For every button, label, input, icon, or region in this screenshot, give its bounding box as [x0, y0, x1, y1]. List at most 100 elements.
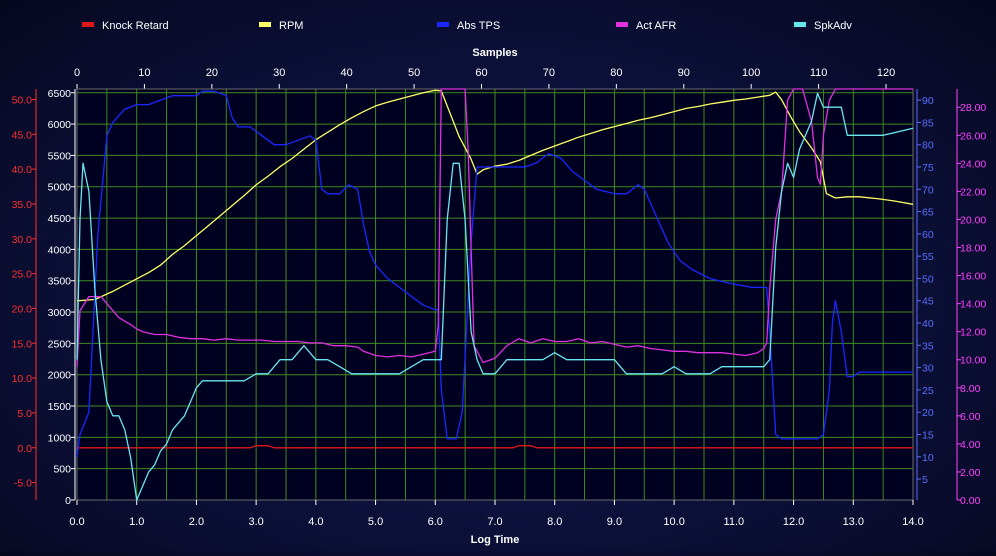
- legend-label: Act AFR: [636, 20, 676, 32]
- top-tick-label: 80: [610, 67, 622, 79]
- axis-tick-label: 15.0: [12, 338, 33, 350]
- legend-swatch: [794, 22, 806, 27]
- axis-tick-label: 35.0: [12, 199, 33, 211]
- legend-label: SpkAdv: [814, 20, 852, 32]
- x-tick-label: 12.0: [783, 516, 804, 528]
- bottom-axis: 0.0 1.0 2.0 3.0 4.0 5.0 6.0 7.0 8.0 9.0 10.0 11.0 12…: [69, 500, 924, 528]
- axis-tick-label: 50: [922, 273, 934, 285]
- top-tick-label: 10: [138, 67, 150, 79]
- x-tick-label: 2.0: [189, 516, 204, 528]
- axis-tick-label: 70: [922, 184, 934, 196]
- axis-tick-label: 2500: [48, 338, 72, 350]
- axis-tick-label: 1000: [48, 432, 72, 444]
- axis-tick-label: 90: [922, 95, 934, 107]
- axis-tick-label: 5000: [48, 182, 72, 194]
- axis-tick-label: 20.0: [12, 303, 33, 315]
- top-axis: 0 10 20 30 40 50 60 70 80 90 100 110 120: [74, 67, 895, 89]
- legend-swatch: [82, 22, 94, 27]
- x-tick-label: 0.0: [69, 516, 84, 528]
- chart-svg: Knock Retard RPM Abs TPS Act AFR SpkAdv Samp…: [12, 20, 987, 546]
- axis-tick-label: 40: [922, 318, 934, 330]
- top-tick-label: 110: [810, 67, 828, 79]
- axis-tick-label: 6000: [48, 119, 72, 131]
- axis-tick-label: 5500: [48, 150, 72, 162]
- x-tick-label: 13.0: [843, 516, 864, 528]
- axis-tick-label: 26.00: [960, 130, 986, 142]
- axis-tick-label: 28.00: [960, 102, 986, 114]
- axis-tick-label: 0.00: [960, 495, 981, 507]
- axis-tick-label: 14.00: [960, 299, 986, 311]
- x-tick-label: 3.0: [248, 516, 263, 528]
- top-tick-label: 30: [273, 67, 285, 79]
- top-tick-label: 120: [877, 67, 895, 79]
- axis-tick-label: -5.0: [14, 478, 32, 490]
- axis-tick-label: 85: [922, 117, 934, 129]
- top-tick-label: 70: [543, 67, 555, 79]
- axis-tick-label: 5.0: [17, 408, 32, 420]
- top-tick-label: 40: [341, 67, 353, 79]
- legend-label: RPM: [279, 20, 303, 32]
- axis-tick-label: 0.0: [17, 443, 32, 455]
- axis-tick-label: 35: [922, 340, 934, 352]
- axis-tick-label: 45: [922, 296, 934, 308]
- axis-tick-label: 0: [65, 495, 71, 507]
- axis-tick-label: 500: [53, 464, 71, 476]
- axis-tick-label: 2.00: [960, 467, 981, 479]
- axis-tick-label: 60: [922, 229, 934, 241]
- x-tick-label: 14.0: [902, 516, 923, 528]
- axis-tick-label: 65: [922, 207, 934, 219]
- x-tick-label: 9.0: [607, 516, 622, 528]
- axis-tick-label: 16.00: [960, 271, 986, 283]
- legend-swatch: [437, 22, 449, 27]
- axis-tick-label: 4.00: [960, 439, 981, 451]
- axis-tick-label: 10.00: [960, 355, 986, 367]
- top-axis-title: Samples: [472, 47, 517, 59]
- axis-tick-label: 4500: [48, 213, 72, 225]
- legend-label: Abs TPS: [457, 20, 500, 32]
- axis-tick-label: 30: [922, 363, 934, 375]
- axis-tick-label: 5: [922, 474, 928, 486]
- legend-swatch: [616, 22, 628, 27]
- axis-tick-label: 4000: [48, 244, 72, 256]
- axis-tick-label: 6500: [48, 88, 72, 100]
- axis-tick-label: 8.00: [960, 383, 981, 395]
- top-tick-label: 90: [678, 67, 690, 79]
- axis-tick-label: 3500: [48, 276, 72, 288]
- left-axes: -5.0 0.0 5.0 10.0 15.0 20.0 25.0 30.0 35.0 40.0 45…: [12, 88, 76, 507]
- axis-tick-label: 50.0: [12, 94, 33, 106]
- axis-tick-label: 6.00: [960, 411, 981, 423]
- axis-tick-label: 30.0: [12, 234, 33, 246]
- axis-tick-label: 25.0: [12, 269, 33, 281]
- axis-tick-label: 75: [922, 162, 934, 174]
- top-tick-label: 100: [742, 67, 760, 79]
- axis-tick-label: 20.00: [960, 214, 986, 226]
- axis-tick-label: 80: [922, 140, 934, 152]
- top-tick-label: 60: [475, 67, 487, 79]
- x-axis-title: Log Time: [471, 534, 520, 546]
- legend-swatch: [259, 22, 271, 27]
- x-tick-label: 10.0: [663, 516, 684, 528]
- axis-tick-label: 15: [922, 429, 934, 441]
- axis-tick-label: 40.0: [12, 164, 33, 176]
- top-tick-label: 0: [74, 67, 80, 79]
- axis-tick-label: 1500: [48, 401, 72, 413]
- x-tick-label: 1.0: [129, 516, 144, 528]
- x-tick-label: 6.0: [428, 516, 443, 528]
- top-tick-label: 20: [206, 67, 218, 79]
- x-tick-label: 11.0: [724, 516, 745, 528]
- axis-tick-label: 22.00: [960, 186, 986, 198]
- axis-tick-label: 10.0: [12, 373, 33, 385]
- axis-tick-label: 20: [922, 407, 934, 419]
- axis-tick-label: 55: [922, 251, 934, 263]
- axis-tick-label: 24.00: [960, 158, 986, 170]
- legend: Knock Retard RPM Abs TPS Act AFR SpkAdv: [82, 20, 852, 32]
- axis-tick-label: 12.00: [960, 327, 986, 339]
- top-tick-label: 50: [408, 67, 420, 79]
- axis-tick-label: 18.00: [960, 243, 986, 255]
- right-axes: 5 10 15 20 25 30 35 40 45 50 55 60 65 70 75 80 85 90 0.00 2…: [916, 89, 986, 507]
- x-tick-label: 8.0: [547, 516, 562, 528]
- x-tick-label: 7.0: [487, 516, 502, 528]
- axis-tick-label: 3000: [48, 307, 72, 319]
- axis-tick-label: 25: [922, 385, 934, 397]
- x-tick-label: 5.0: [368, 516, 383, 528]
